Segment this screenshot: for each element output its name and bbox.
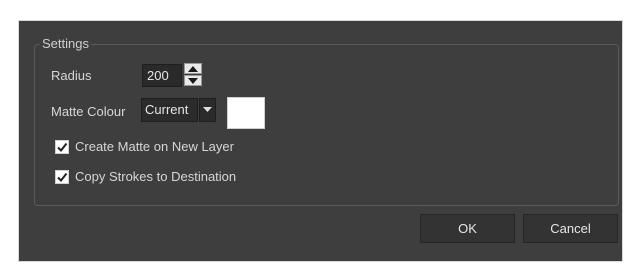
checkmark-icon <box>57 142 68 153</box>
matte-colour-swatch[interactable] <box>227 97 265 129</box>
matte-colour-select[interactable]: Current <box>141 98 198 122</box>
cancel-button[interactable]: Cancel <box>523 214 618 243</box>
radius-increment-button[interactable] <box>184 63 202 74</box>
ok-button[interactable]: OK <box>420 214 515 243</box>
checkmark-icon <box>57 172 68 183</box>
matte-colour-dropdown-button[interactable] <box>199 98 216 122</box>
copy-strokes-checkbox[interactable] <box>55 170 69 184</box>
settings-dialog: Settings Radius 200 Matte Colour Current <box>19 21 622 261</box>
radius-label: Radius <box>51 68 92 83</box>
matte-colour-label: Matte Colour <box>51 104 126 119</box>
radius-input[interactable]: 200 <box>142 64 182 87</box>
radius-stepper <box>184 63 202 87</box>
chevron-down-icon <box>203 107 212 112</box>
create-matte-label: Create Matte on New Layer <box>75 139 234 154</box>
triangle-down-icon <box>188 77 198 84</box>
radius-decrement-button[interactable] <box>184 75 202 86</box>
copy-strokes-label: Copy Strokes to Destination <box>75 169 237 184</box>
screenshot-frame: Settings Radius 200 Matte Colour Current <box>0 0 639 268</box>
settings-group-title: Settings <box>40 36 91 51</box>
triangle-up-icon <box>188 65 198 72</box>
create-matte-checkbox[interactable] <box>55 140 69 154</box>
